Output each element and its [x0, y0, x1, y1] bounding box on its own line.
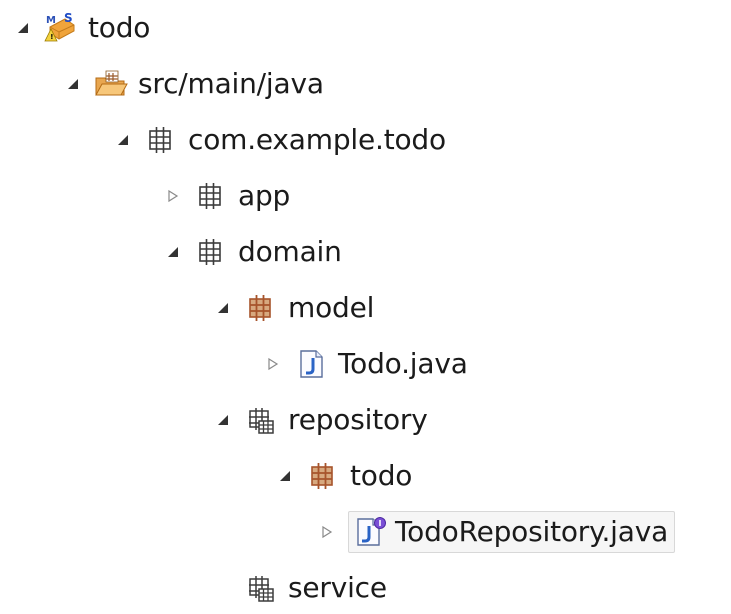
svg-text:I: I: [379, 519, 382, 528]
tree-item-com-example-todo[interactable]: com.example.todo: [114, 114, 446, 166]
tree-item-label: app: [238, 179, 291, 212]
tree-item-label: com.example.todo: [188, 123, 446, 156]
collapsed-triangle-icon[interactable]: [164, 187, 182, 205]
tree-item-label: model: [288, 291, 375, 324]
package-icon: [306, 459, 340, 493]
tree-item-app[interactable]: app: [164, 170, 290, 222]
selection-highlight[interactable]: I TodoRepository.java: [348, 511, 676, 553]
package-icon: [194, 179, 228, 213]
java-interface-file-icon: I: [353, 515, 387, 549]
collapsed-triangle-icon[interactable]: [318, 523, 336, 541]
tree-item-label: todo: [88, 11, 151, 44]
package-icon: [194, 235, 228, 269]
tree-item-label: service: [288, 571, 387, 604]
package-icon: [244, 403, 278, 437]
maven-project-icon: M S !: [44, 11, 78, 45]
tree-item-label: TodoRepository.java: [395, 515, 669, 548]
package-icon: [244, 291, 278, 325]
expanded-triangle-icon[interactable]: [164, 243, 182, 261]
tree-item-repository[interactable]: repository: [214, 394, 428, 446]
tree-item-service[interactable]: service: [214, 562, 387, 614]
tree-item-label: todo: [350, 459, 413, 492]
tree-item-todo-repository-java[interactable]: I TodoRepository.java: [318, 506, 676, 558]
package-icon: [144, 123, 178, 157]
project-explorer-tree: M S ! todo src/main/java com.example.tod…: [0, 0, 731, 608]
tree-item-todo-project[interactable]: M S ! todo: [14, 2, 150, 54]
tree-item-label: domain: [238, 235, 342, 268]
svg-text:!: !: [50, 33, 53, 41]
expanded-triangle-icon[interactable]: [114, 131, 132, 149]
svg-text:S: S: [64, 11, 73, 25]
tree-item-domain[interactable]: domain: [164, 226, 342, 278]
expanded-triangle-icon[interactable]: [14, 19, 32, 37]
tree-item-label: repository: [288, 403, 428, 436]
tree-item-repository-todo[interactable]: todo: [276, 450, 412, 502]
collapsed-triangle-icon[interactable]: [264, 355, 282, 373]
java-file-icon: [294, 347, 328, 381]
source-folder-icon: [94, 67, 128, 101]
expanded-triangle-icon[interactable]: [64, 75, 82, 93]
tree-item-model[interactable]: model: [214, 282, 374, 334]
tree-item-src-main-java[interactable]: src/main/java: [64, 58, 324, 110]
package-icon: [244, 571, 278, 605]
expanded-triangle-icon[interactable]: [276, 467, 294, 485]
expanded-triangle-icon[interactable]: [214, 299, 232, 317]
tree-item-label: src/main/java: [138, 67, 324, 100]
svg-text:M: M: [46, 15, 56, 26]
tree-item-todo-java[interactable]: Todo.java: [264, 338, 468, 390]
expanded-triangle-icon[interactable]: [214, 411, 232, 429]
tree-item-label: Todo.java: [338, 347, 468, 380]
